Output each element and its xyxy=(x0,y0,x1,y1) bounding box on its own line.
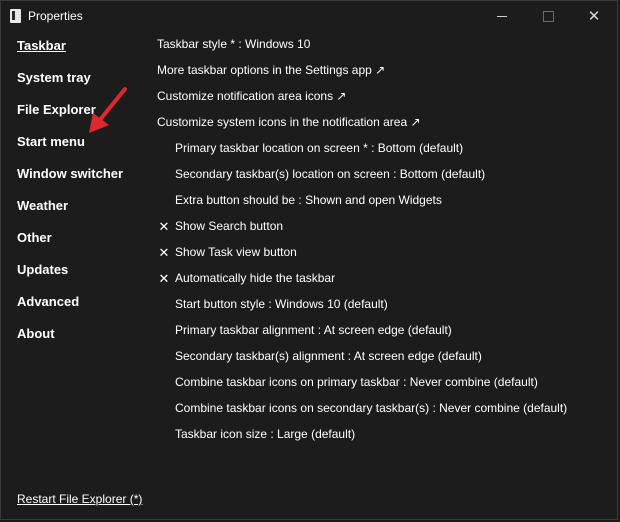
setting-label: Show Search button xyxy=(175,219,284,233)
setting-extra-button[interactable]: Extra button should be : Shown and open … xyxy=(175,193,442,207)
checkmark-icon: ✕ xyxy=(158,271,170,286)
setting-label: Automatically hide the taskbar xyxy=(175,271,336,285)
setting-label: Combine taskbar icons on secondary taskb… xyxy=(175,401,568,415)
setting-label: Secondary taskbar(s) location on screen … xyxy=(175,167,486,181)
setting-label: Show Task view button xyxy=(175,245,297,259)
maximize-button[interactable] xyxy=(525,1,571,31)
setting-secondary-taskbar-alignment[interactable]: Secondary taskbar(s) alignment : At scre… xyxy=(175,349,482,363)
sidebar-item-weather[interactable]: Weather xyxy=(17,198,68,213)
sidebar-item-window-switcher[interactable]: Window switcher xyxy=(17,166,123,181)
close-icon: ✕ xyxy=(587,7,601,25)
setting-primary-taskbar-alignment[interactable]: Primary taskbar alignment : At screen ed… xyxy=(175,323,452,337)
setting-secondary-taskbar-location[interactable]: Secondary taskbar(s) location on screen … xyxy=(175,167,485,181)
setting-taskbar-style[interactable]: Taskbar style * : Windows 10 xyxy=(157,37,310,51)
setting-label: Taskbar style * : Windows 10 xyxy=(157,37,311,51)
setting-combine-icons-secondary[interactable]: Combine taskbar icons on secondary taskb… xyxy=(175,401,567,415)
minimize-button[interactable] xyxy=(479,1,525,31)
setting-start-button-style[interactable]: Start button style : Windows 10 (default… xyxy=(175,297,388,311)
setting-label: Customize notification area icons ↗ xyxy=(157,89,347,103)
title-bar[interactable]: Properties ✕ xyxy=(1,1,617,31)
sidebar-item-system-tray[interactable]: System tray xyxy=(17,70,91,85)
window-title: Properties xyxy=(28,9,83,23)
setting-label: Taskbar icon size : Large (default) xyxy=(175,427,356,441)
sidebar-item-taskbar[interactable]: Taskbar xyxy=(17,38,66,53)
app-icon xyxy=(10,9,21,23)
setting-label: Secondary taskbar(s) alignment : At scre… xyxy=(175,349,482,363)
sidebar-item-updates[interactable]: Updates xyxy=(17,262,68,277)
setting-label: Customize system icons in the notificati… xyxy=(157,115,421,129)
setting-auto-hide-taskbar[interactable]: ✕ Automatically hide the taskbar xyxy=(159,271,336,286)
setting-label: Combine taskbar icons on primary taskbar… xyxy=(175,375,538,389)
restart-file-explorer-link[interactable]: Restart File Explorer (*) xyxy=(17,492,142,506)
setting-label: More taskbar options in the Settings app… xyxy=(157,63,386,77)
sidebar-item-start-menu[interactable]: Start menu xyxy=(17,134,85,149)
sidebar-item-about[interactable]: About xyxy=(17,326,55,341)
sidebar-item-other[interactable]: Other xyxy=(17,230,52,245)
link-customize-system-icons[interactable]: Customize system icons in the notificati… xyxy=(157,115,421,129)
link-customize-notification-icons[interactable]: Customize notification area icons ↗ xyxy=(157,89,346,103)
setting-combine-icons-primary[interactable]: Combine taskbar icons on primary taskbar… xyxy=(175,375,538,389)
minimize-icon xyxy=(497,16,507,17)
setting-show-search-button[interactable]: ✕ Show Search button xyxy=(159,219,284,234)
setting-taskbar-icon-size[interactable]: Taskbar icon size : Large (default) xyxy=(175,427,355,441)
sidebar-item-advanced[interactable]: Advanced xyxy=(17,294,79,309)
properties-window: Properties ✕ Taskbar System tray File Ex… xyxy=(0,0,618,520)
setting-label: Extra button should be : Shown and open … xyxy=(175,193,442,207)
checkmark-icon: ✕ xyxy=(158,245,170,260)
setting-label: Primary taskbar location on screen * : B… xyxy=(175,141,464,155)
close-button[interactable]: ✕ xyxy=(571,1,617,31)
setting-label: Primary taskbar alignment : At screen ed… xyxy=(175,323,452,337)
maximize-icon xyxy=(542,10,554,22)
link-more-taskbar-options[interactable]: More taskbar options in the Settings app… xyxy=(157,63,385,77)
checkmark-icon: ✕ xyxy=(158,219,170,234)
setting-show-task-view-button[interactable]: ✕ Show Task view button xyxy=(159,245,297,260)
sidebar-item-file-explorer[interactable]: File Explorer xyxy=(17,102,96,117)
setting-primary-taskbar-location[interactable]: Primary taskbar location on screen * : B… xyxy=(175,141,463,155)
setting-label: Start button style : Windows 10 (default… xyxy=(175,297,388,311)
red-arrow-icon xyxy=(89,87,127,133)
